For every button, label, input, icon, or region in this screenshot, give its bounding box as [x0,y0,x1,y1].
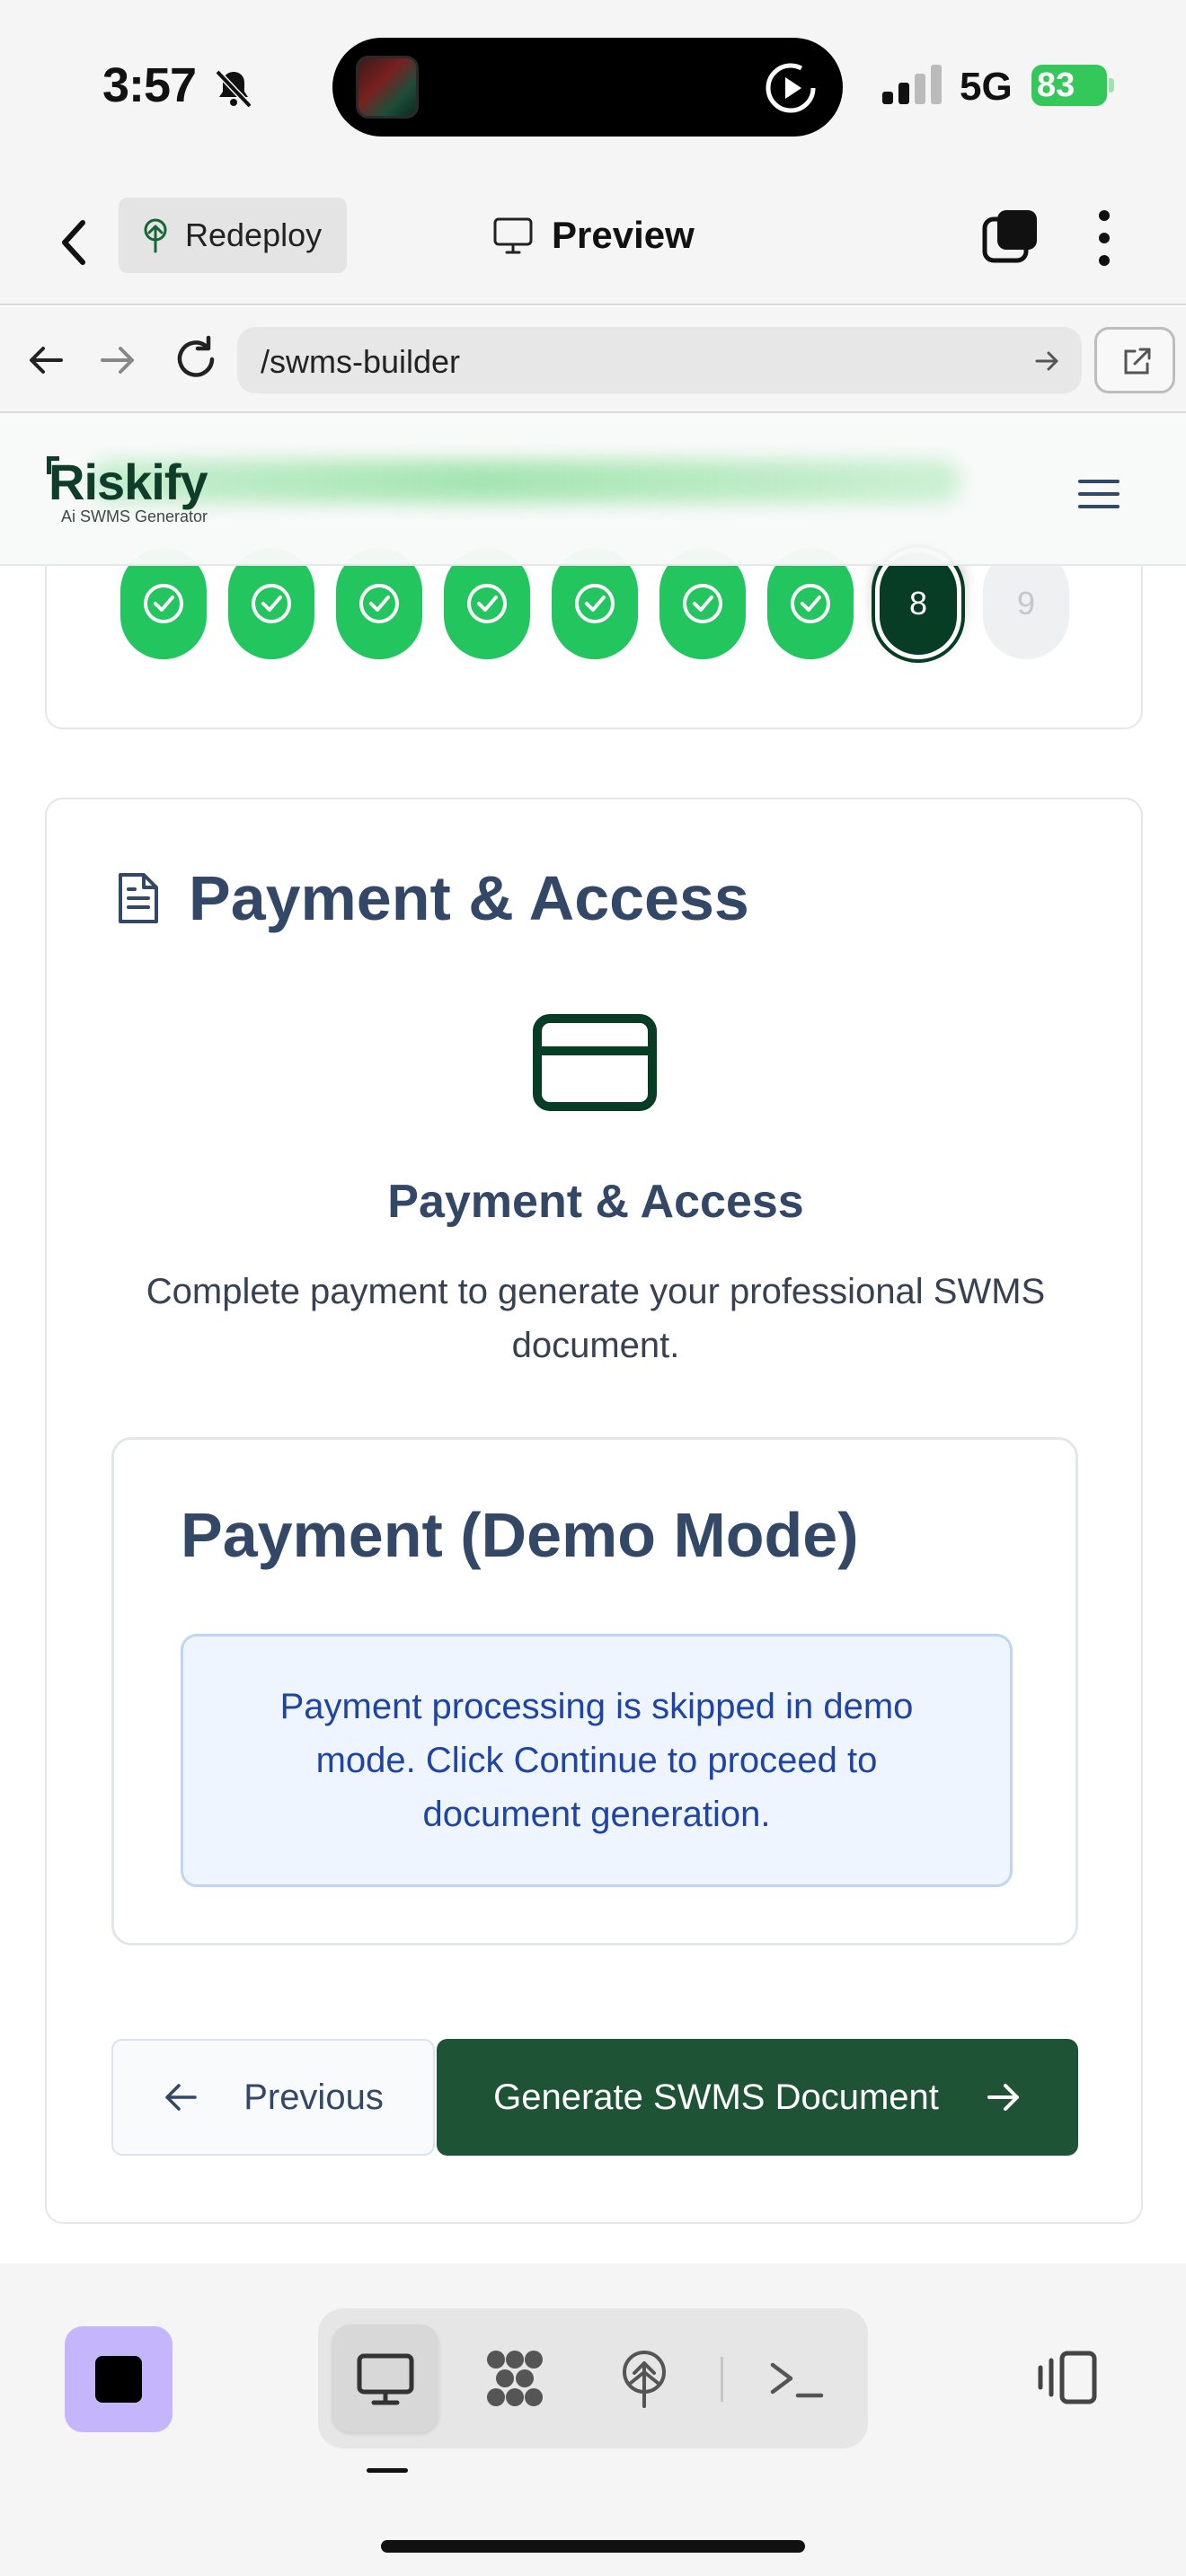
reload-icon[interactable] [171,334,221,384]
section-title: Payment & Access [189,863,749,933]
external-link-icon [1124,348,1151,375]
terminal-icon [770,2362,824,2398]
stop-icon [95,2356,142,2403]
check-circle-icon [791,584,830,623]
hamburger-menu-icon[interactable] [1076,478,1121,510]
demo-mode-title: Payment (Demo Mode) [181,1500,859,1570]
section-header: Payment & Access [115,862,749,934]
tree-upload-icon [623,2351,666,2408]
play-circle-icon [766,63,816,113]
app-thumbnail-icon [356,56,419,119]
monitor-icon [357,2353,414,2405]
monitor-icon [493,217,533,254]
battery-level: 83 [1037,66,1075,104]
apps-grid-tab[interactable] [462,2325,568,2432]
back-chevron-icon[interactable] [52,216,97,269]
dynamic-island [332,38,843,137]
desktop-view-tab[interactable] [332,2325,438,2432]
step-number: 9 [1016,585,1036,622]
terminal-tab[interactable] [744,2325,850,2432]
bell-slash-icon [215,69,252,109]
check-circle-icon [575,584,615,623]
payment-subtitle: Payment & Access [387,1176,804,1228]
demo-mode-panel: Payment (Demo Mode) Payment processing i… [111,1437,1078,1945]
tree-upload-icon [144,218,167,253]
battery-icon: 83 [1031,65,1114,106]
payment-card: Payment & Access Payment & Access Comple… [45,798,1143,2224]
previous-button[interactable]: Previous [111,2039,435,2156]
redeploy-button[interactable]: Redeploy [119,198,347,273]
toolbar-divider [721,2357,723,2402]
status-bar: 3:57 5G 83 [0,0,1186,171]
check-circle-icon [144,584,183,623]
tabs-icon[interactable] [981,208,1039,266]
blurred-banner [90,460,961,503]
url-text: /swms-builder [261,343,461,380]
view-switcher [318,2308,868,2448]
arrow-right-icon [987,2084,1019,2111]
url-bar[interactable]: /swms-builder [237,327,1082,393]
browser-forward-icon[interactable] [97,340,138,381]
deploy-tab[interactable] [591,2325,697,2432]
side-panel-icon[interactable] [1035,2348,1100,2407]
redeploy-label: Redeploy [185,216,323,253]
brand-name: Riskify [49,454,208,510]
step-number: 8 [908,585,928,622]
app-header: Redeploy Preview [0,171,1186,305]
home-indicator [381,2540,805,2553]
more-vertical-icon[interactable] [1091,207,1118,269]
network-type: 5G [960,65,1013,109]
arrow-left-icon [165,2084,197,2111]
bottom-toolbar [0,2263,1186,2576]
stop-button[interactable] [65,2326,173,2432]
riskify-logo[interactable]: Riskify Ai SWMS Generator [47,453,208,526]
check-circle-icon [252,584,291,623]
check-circle-icon [359,584,399,623]
document-icon [119,873,158,923]
status-time: 3:57 [102,58,197,112]
demo-notice-text: Payment processing is skipped in demo mo… [279,1687,914,1834]
preview-title[interactable]: Preview [492,214,695,257]
site-header: Riskify Ai SWMS Generator [0,413,1186,566]
go-arrow-icon[interactable] [1033,347,1062,375]
browser-bar: /swms-builder [0,307,1186,413]
demo-notice: Payment processing is skipped in demo mo… [181,1634,1013,1887]
payment-description: Complete payment to generate your profes… [146,1272,1046,1365]
generate-label: Generate SWMS Document [493,2077,939,2117]
signal-icon [882,65,942,104]
generate-swms-button[interactable]: Generate SWMS Document [437,2039,1078,2156]
browser-back-icon[interactable] [25,340,66,381]
open-external-button[interactable] [1094,327,1175,393]
previous-label: Previous [243,2077,384,2117]
credit-card-icon [533,1014,657,1111]
active-tab-indicator [367,2468,408,2473]
check-circle-icon [683,584,722,623]
preview-label: Preview [552,214,695,256]
check-circle-icon [467,584,507,623]
grid-blob-icon [487,2351,543,2406]
